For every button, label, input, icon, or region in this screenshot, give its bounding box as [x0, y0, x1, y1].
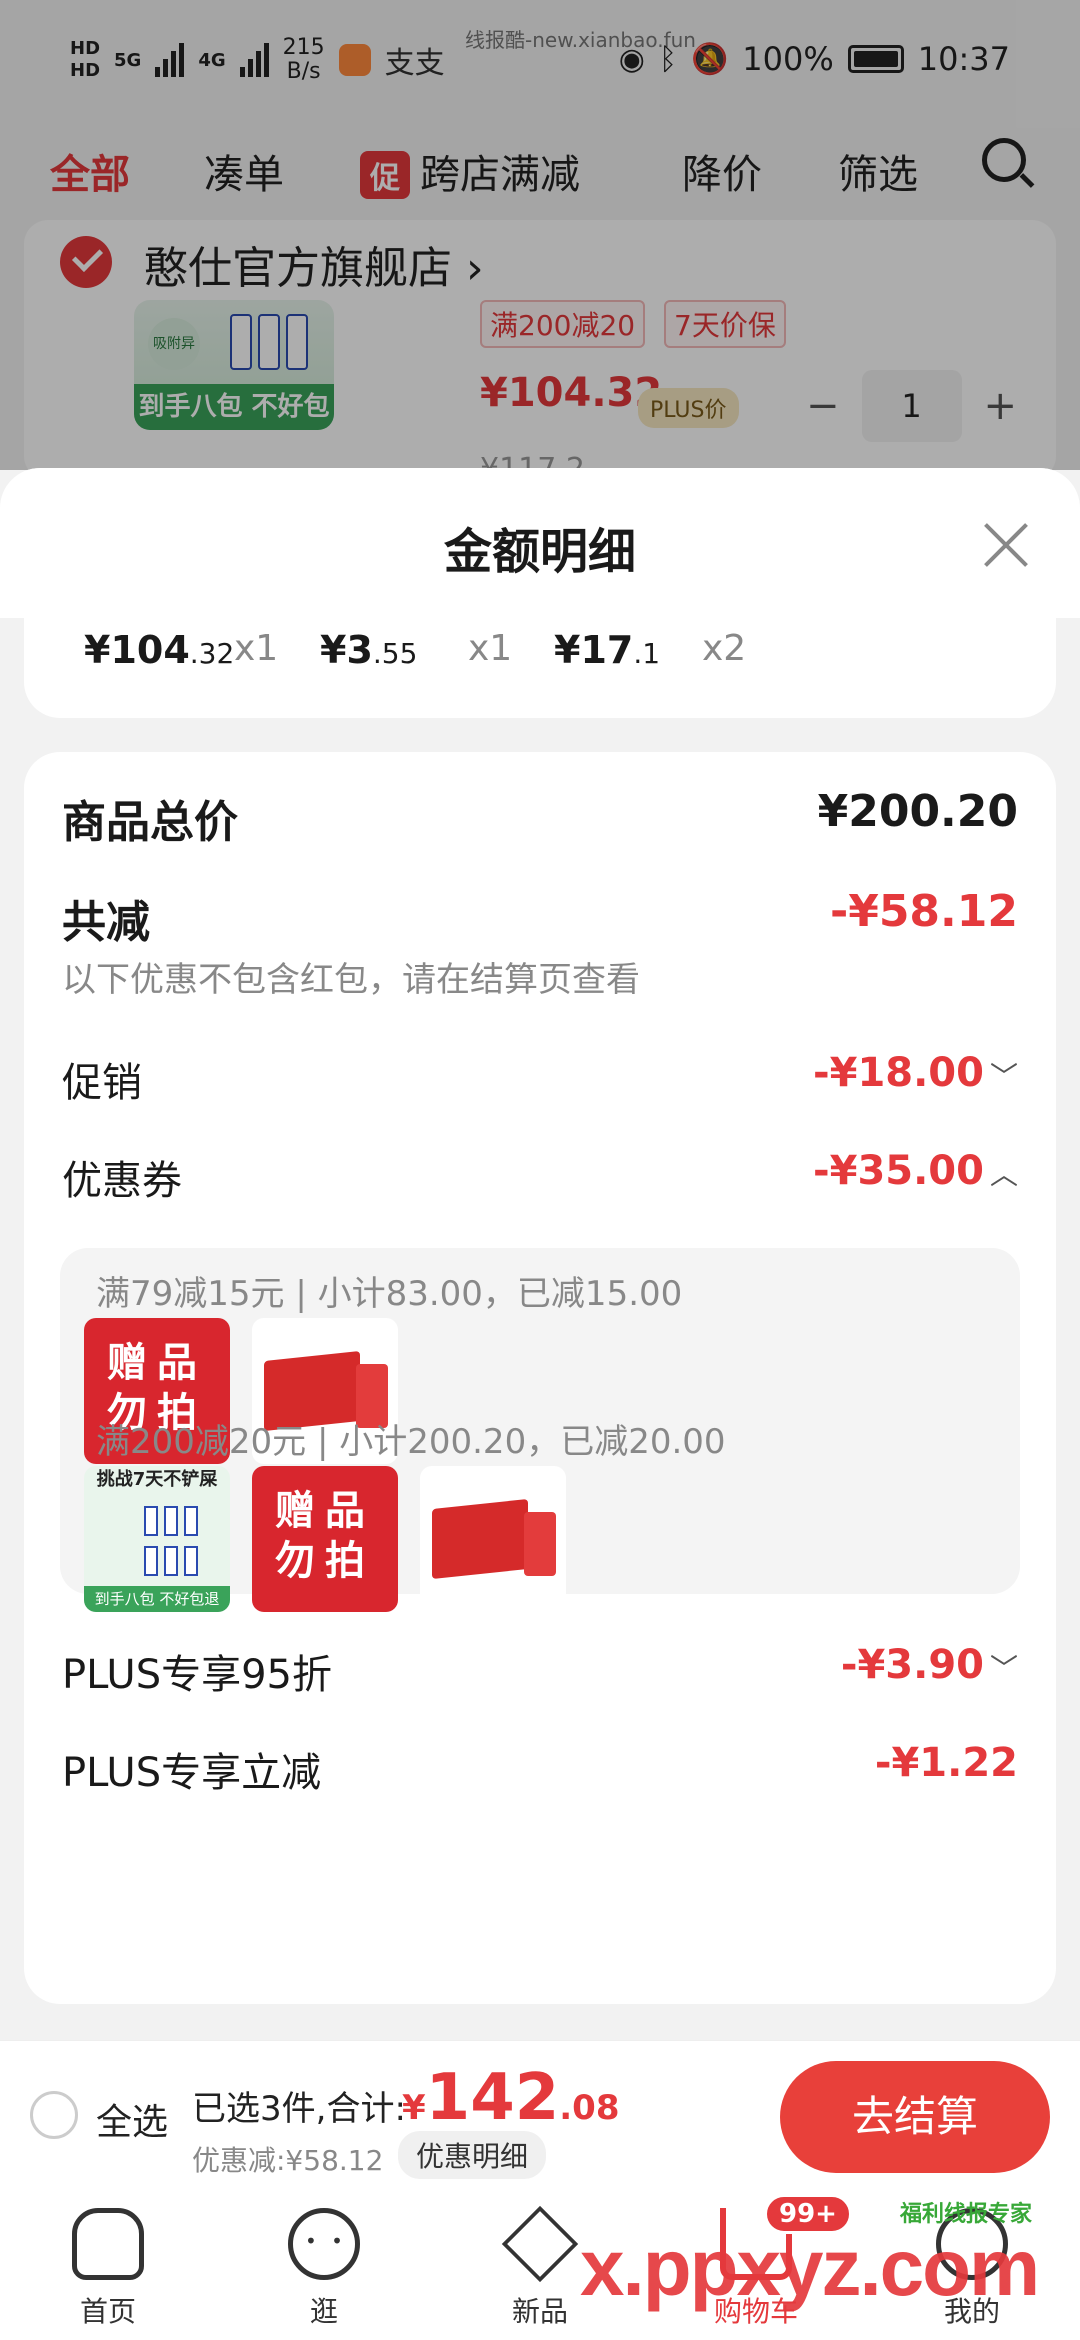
chevron-down-icon: ﹀	[989, 1060, 1018, 1093]
package-icon	[184, 1546, 198, 1576]
gift-text-1: 赠品	[275, 1488, 375, 1534]
package-icon	[144, 1506, 158, 1536]
drink-box-thumbnail[interactable]	[420, 1466, 566, 1612]
coupon-amount: -¥35.00	[813, 1148, 984, 1194]
total-price-value: ¥200.20	[817, 786, 1018, 837]
sheet-title: 金额明细	[443, 524, 636, 580]
modal-overlay[interactable]	[0, 0, 1080, 470]
package-icon	[144, 1546, 158, 1576]
item-price: ¥104.32	[84, 628, 234, 672]
reduce-note: 以下优惠不包含红包，请在结算页查看	[62, 960, 640, 1000]
coupon-label: 优惠券	[62, 1158, 182, 1204]
item-price-int: ¥104	[84, 628, 190, 672]
litter-thumbnail[interactable]: 挑战7天不铲屎 到手八包 不好包退	[84, 1466, 230, 1612]
sheet-header: 金额明细	[0, 468, 1080, 618]
litter-footer: 到手八包 不好包退	[84, 1586, 230, 1612]
cube-icon	[501, 2205, 579, 2283]
price-detail-card: 商品总价 ¥200.20 共减 -¥58.12 以下优惠不包含红包，请在结算页查…	[24, 752, 1056, 2004]
total-decimal: .08	[559, 2088, 620, 2128]
coupon-line-1: 满79减15元 | 小计83.00，已减15.00	[96, 1274, 683, 1314]
browse-face-icon	[288, 2208, 360, 2280]
plus-discount-label: PLUS专享95折	[62, 1652, 332, 1698]
selected-summary: 已选3件,合计:	[192, 2089, 406, 2129]
gift-text-2: 勿拍	[275, 1538, 375, 1584]
item-price-dec: .32	[189, 637, 235, 670]
item-summary-card: ¥104.32 x1 ¥3.55 x1 ¥17.1 x2	[24, 618, 1056, 718]
package-icon	[164, 1546, 178, 1576]
coupon-line-2: 满200减20元 | 小计200.20，已减20.00	[96, 1422, 726, 1462]
saved-amount: 优惠减:¥58.12	[192, 2144, 384, 2177]
plus-discount-amount: -¥3.90	[840, 1642, 984, 1688]
item-qty: x1	[468, 628, 513, 669]
watermark-logo: 福利线报专家	[900, 2202, 1033, 2227]
gift-text-1: 赠品	[107, 1340, 207, 1386]
total-reduce-value: -¥58.12	[829, 886, 1018, 937]
coupon-detail-box: 满79减15元 | 小计83.00，已减15.00 赠品 勿拍 满200减20元…	[60, 1248, 1020, 1612]
promotion-label: 促销	[62, 1060, 142, 1106]
plus-reduce-label: PLUS专享立减	[62, 1750, 322, 1796]
tab-home[interactable]: 首页	[48, 2208, 168, 2330]
amount-detail-sheet: 金额明细 ¥104.32 x1 ¥3.55 x1 ¥17.1 x2 商品总价 ¥…	[0, 468, 1080, 2040]
discount-detail-button[interactable]: 优惠明细	[398, 2131, 547, 2179]
promotion-value: -¥18.00 ﹀	[813, 1050, 1018, 1096]
tab-home-label: 首页	[79, 2295, 136, 2328]
total-reduce-label: 共减	[62, 897, 150, 948]
checkout-button[interactable]: 去结算	[780, 2061, 1050, 2173]
coupon-value: -¥35.00 ︿	[813, 1148, 1018, 1194]
item-price-int: ¥3	[320, 628, 373, 672]
item-price-dec: .55	[372, 637, 418, 670]
tab-browse[interactable]: 逛	[264, 2208, 384, 2330]
select-all-label[interactable]: 全选	[96, 2093, 168, 2145]
package-icon	[164, 1506, 178, 1536]
home-icon	[72, 2208, 144, 2280]
select-all-checkbox[interactable]	[30, 2091, 78, 2139]
item-price: ¥17.1	[554, 628, 660, 672]
promotion-amount: -¥18.00	[813, 1050, 984, 1096]
total-integer: 142	[425, 2061, 560, 2135]
total-currency: ¥	[402, 2088, 426, 2128]
chevron-up-icon: ︿	[989, 1158, 1018, 1191]
item-qty: x2	[702, 628, 747, 669]
package-icon	[184, 1506, 198, 1536]
chevron-down-icon: ﹀	[989, 1652, 1018, 1685]
plus-discount-value: -¥3.90 ﹀	[841, 1642, 1018, 1688]
drink-box	[432, 1498, 528, 1580]
tab-browse-label: 逛	[309, 2295, 338, 2328]
plus-reduce-value: -¥1.22	[874, 1740, 1018, 1786]
watermark-text: x.ppxyz.com	[580, 2223, 1040, 2312]
drink-can	[524, 1512, 556, 1576]
litter-header: 挑战7天不铲屎	[96, 1469, 218, 1490]
total-price-label: 商品总价	[62, 797, 238, 848]
item-price-dec: .1	[633, 637, 661, 670]
total-amount: ¥142.08	[402, 2061, 620, 2135]
item-price: ¥3.55	[320, 628, 417, 672]
item-price-int: ¥17	[554, 628, 634, 672]
item-qty: x1	[234, 628, 279, 669]
close-icon[interactable]	[980, 518, 1032, 570]
gift-no-buy-thumbnail[interactable]: 赠品 勿拍	[252, 1466, 398, 1612]
checkout-bar: 全选 已选3件,合计: ¥142.08 优惠减:¥58.12 优惠明细 去结算	[0, 2040, 1080, 2190]
